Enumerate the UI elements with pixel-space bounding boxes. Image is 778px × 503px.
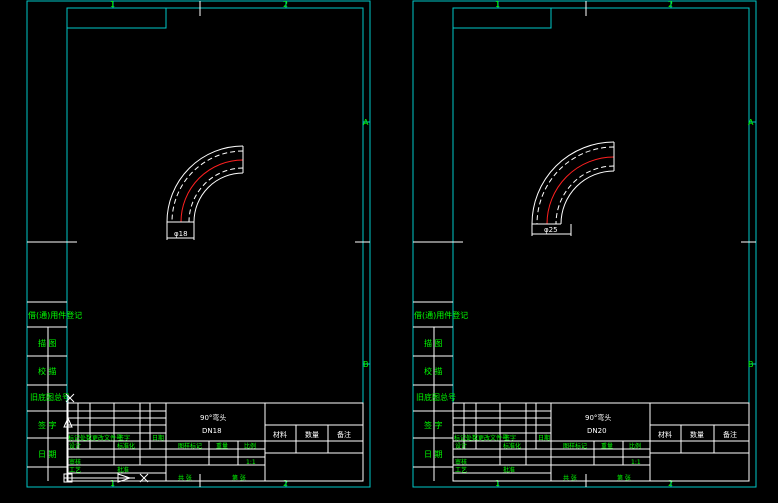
sheet-1-weight-label: 重量 (216, 442, 228, 450)
sheet-2-material-header: 材料 (658, 430, 672, 439)
sheet-2-zone-label-right-A: A (748, 118, 754, 127)
sheet-1-std-label: 标准化 (117, 442, 135, 450)
sheet-2-role-design: 设计 (455, 442, 467, 450)
sheet-2-dimension-text: φ25 (544, 226, 558, 234)
sheet-2-side-label-old-no: 旧底图总号 (416, 392, 456, 402)
sheet-2-rev-header-count: 处数 (466, 434, 478, 442)
sheet-2-rev-header-date: 日期 (538, 434, 550, 442)
sheet-1-side-label-old-no: 旧底图总号 (30, 392, 70, 402)
sheet-1-scale-value: 1:1 (246, 459, 256, 466)
sheet-1-rev-header-date: 日期 (152, 434, 164, 442)
sheet-2-side-label-date: 日 期 (424, 450, 443, 459)
sheet-2-role-process: 工艺 (455, 466, 467, 474)
sheet-2-sheet-count: 共 张 (563, 474, 577, 482)
sheet-1-part-spec: DN18 (202, 427, 222, 435)
sheet-1-zone-label-top-2: 2 (283, 0, 288, 9)
sheet-2-stage-label: 图样标记 (563, 442, 587, 450)
sheet-2-scale-value: 1:1 (631, 459, 641, 466)
sheet-2-weight-label: 重量 (601, 442, 613, 450)
sheet-2-role-review: 审核 (455, 458, 467, 466)
sheet-1-dimension-text: φ18 (174, 230, 188, 238)
sheet-2-zone-label-bottom-1: 1 (495, 479, 500, 488)
cad-drawing-viewport[interactable]: 1 2 1 2 A B 借(通)用件登记 描 图 校 描 旧底图总号 签 字 日… (0, 0, 778, 503)
sheet-1-role-process: 工艺 (69, 466, 81, 474)
vertical-scrollbar[interactable] (770, 0, 778, 503)
sheet-1-zone-label-top-1: 1 (110, 0, 115, 9)
sheet-2-side-label-check: 校 描 (424, 366, 443, 376)
sheet-1-side-label-trace: 描 图 (38, 338, 57, 348)
sheet-2-remark-header: 备注 (723, 430, 737, 439)
sheet-1-role-review: 审核 (69, 458, 81, 466)
sheet-1-rev-header-mark: 标记 (68, 434, 80, 442)
sheet-1-zone-label-bottom-1: 1 (110, 479, 115, 488)
sheet-2-zone-label-right-B: B (748, 360, 754, 369)
sheet-2-approve-label: 批准 (503, 466, 515, 474)
sheet-1-side-label-borrow: 借(通)用件登记 (28, 310, 82, 320)
sheet-2-side-label-trace: 描 图 (424, 338, 443, 348)
sheet-1-rev-header-sign: 签字 (118, 434, 130, 442)
sheet-1-side-label-date: 日 期 (38, 450, 57, 459)
sheet-2-rev-header-sign: 签字 (504, 434, 516, 442)
sheet-1-part-name: 90°弯头 (200, 413, 226, 422)
sheet-2-zone-label-bottom-2: 2 (668, 479, 673, 488)
sheet-2-side-label-borrow: 借(通)用件登记 (414, 310, 468, 320)
sheet-1-approve-label: 批准 (117, 466, 129, 474)
sheet-1-side-label-check: 校 描 (38, 366, 57, 376)
sheet-2-part-spec: DN20 (587, 427, 607, 435)
sheet-2-quantity-header: 数量 (690, 430, 704, 439)
sheet-1-remark-header: 备注 (337, 430, 351, 439)
sheet-1-stage-label: 图样标记 (178, 442, 202, 450)
sheet-1-sheet-no: 第 张 (232, 474, 246, 482)
sheet-1-zone-label-right-B: B (363, 360, 369, 369)
sheet-2-rev-header-mark: 标记 (454, 434, 466, 442)
sheet-2-zone-label-top-1: 1 (495, 0, 500, 9)
sheet-2-part-name: 90°弯头 (585, 413, 611, 422)
sheet-1-zone-label-right-A: A (363, 118, 369, 127)
canvas-background (0, 0, 778, 503)
sheet-2-std-label: 标准化 (503, 442, 521, 450)
sheet-1-side-label-sign: 签 字 (38, 420, 57, 430)
sheet-2-scale-label: 比例 (629, 442, 641, 450)
sheet-1-rev-header-count: 处数 (80, 434, 92, 442)
sheet-1-quantity-header: 数量 (305, 430, 319, 439)
sheet-1-scale-label: 比例 (244, 442, 256, 450)
sheet-2-sheet-no: 第 张 (617, 474, 631, 482)
sheet-1-material-header: 材料 (273, 430, 287, 439)
sheet-1-zone-label-bottom-2: 2 (283, 479, 288, 488)
sheet-2-side-label-sign: 签 字 (424, 420, 443, 430)
sheet-1-role-design: 设计 (69, 442, 81, 450)
sheet-1-sheet-count: 共 张 (178, 474, 192, 482)
sheet-2-zone-label-top-2: 2 (668, 0, 673, 9)
